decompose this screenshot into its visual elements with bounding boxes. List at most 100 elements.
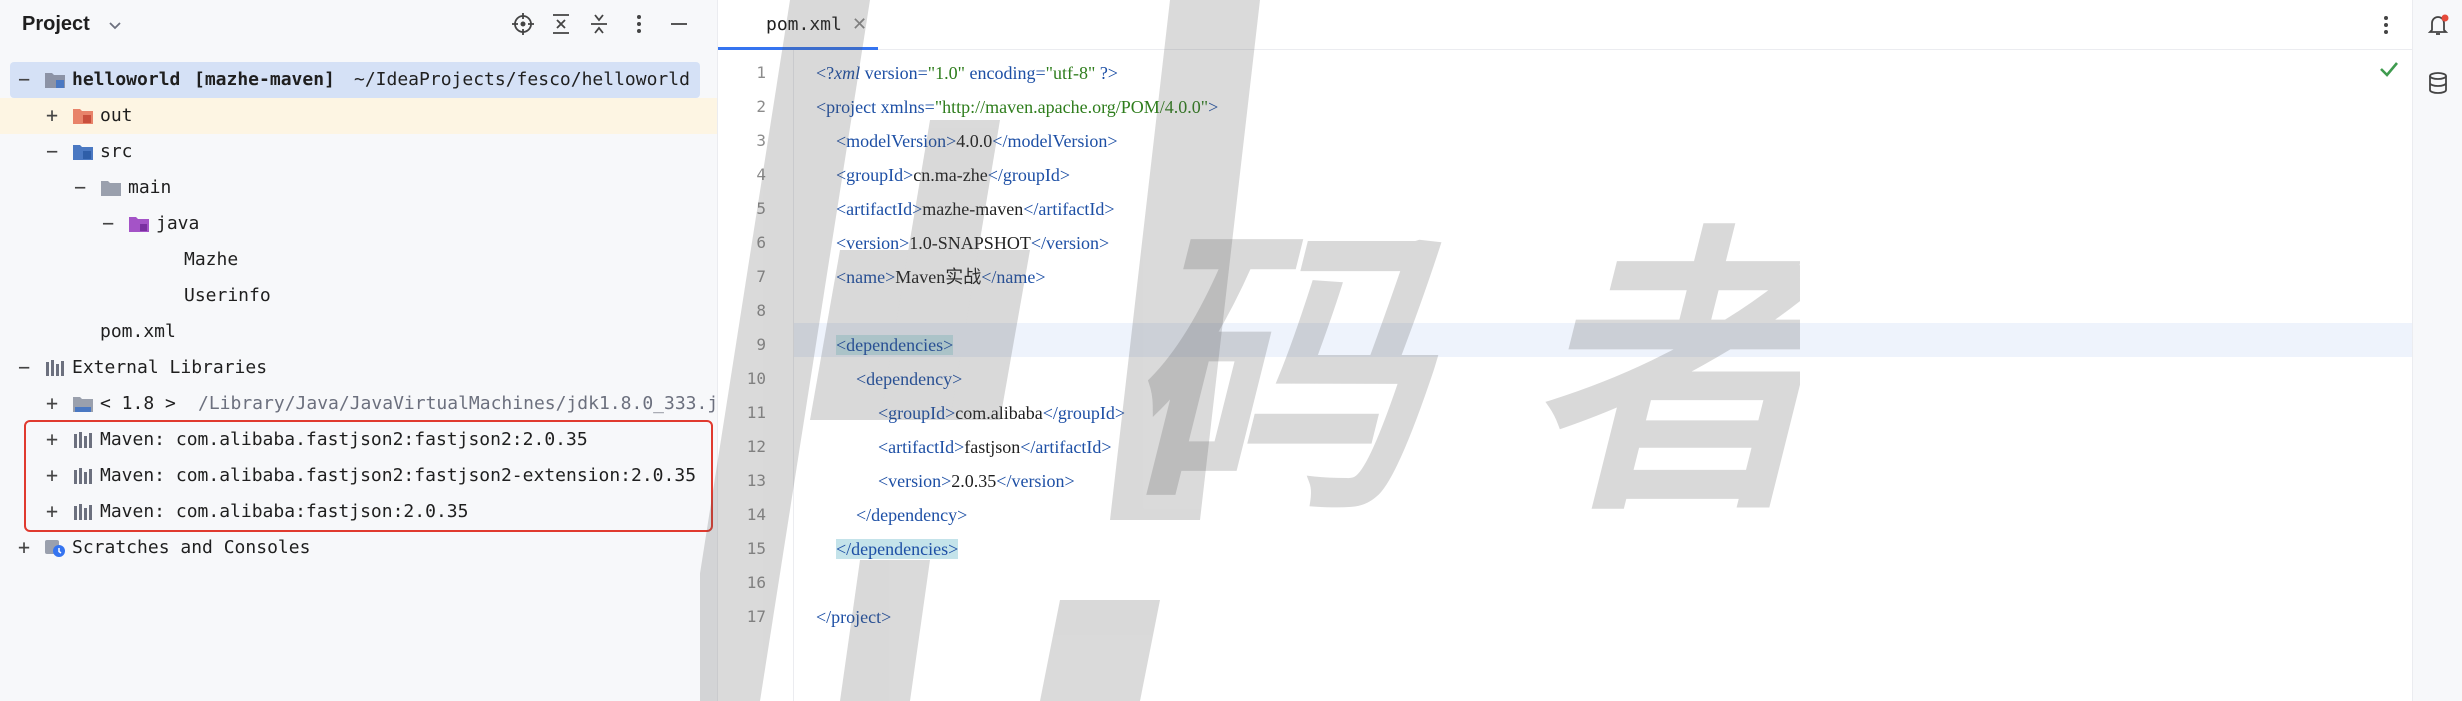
expand-all-icon[interactable] bbox=[548, 11, 574, 37]
xml-token: <project bbox=[816, 97, 877, 117]
tree-item-userinfo[interactable]: Userinfo bbox=[0, 278, 717, 314]
checkmark-icon[interactable] bbox=[2378, 58, 2400, 80]
xml-text: fastjson bbox=[964, 437, 1021, 457]
tree-toggle[interactable]: + bbox=[42, 391, 62, 415]
code-line-7: <name>Maven实战</name> bbox=[836, 260, 1046, 294]
tree-toggle[interactable]: − bbox=[14, 67, 34, 91]
line-number: 9 bbox=[756, 335, 766, 354]
code-line-11: <groupId>com.alibaba</groupId> bbox=[878, 396, 1125, 430]
code-area[interactable]: <?xml version="1.0" encoding="utf-8" ?> … bbox=[794, 50, 2412, 701]
code-line-9: <dependencies> bbox=[836, 328, 954, 362]
tree-item-label: helloworld bbox=[72, 69, 181, 90]
module-name: [mazhe-maven] bbox=[194, 69, 335, 90]
jdk-icon bbox=[73, 397, 93, 412]
code-line-5: <artifactId>mazhe-maven</artifactId> bbox=[836, 192, 1114, 226]
tree-item-jdk[interactable]: + < 1.8 > /Library/Java/JavaVirtualMachi… bbox=[0, 386, 718, 422]
line-number: 11 bbox=[746, 403, 766, 422]
tree-item-mazhe[interactable]: Mazhe bbox=[0, 242, 717, 278]
line-number: 7 bbox=[756, 267, 766, 286]
code-line-17: </project> bbox=[816, 600, 891, 634]
xml-token: </artifactId> bbox=[1020, 437, 1112, 457]
scratches-icon bbox=[45, 540, 65, 557]
xml-token: encoding= bbox=[964, 63, 1046, 83]
tree-toggle[interactable]: + bbox=[14, 535, 34, 559]
right-tool-strip bbox=[2412, 0, 2462, 701]
tree-item-pom-xml[interactable]: pom.xml bbox=[0, 314, 717, 350]
code-line-13: <version>2.0.35</version> bbox=[878, 464, 1075, 498]
code-line-6: <version>1.0-SNAPSHOT</version> bbox=[836, 226, 1109, 260]
tree-item-main[interactable]: − main bbox=[0, 170, 717, 206]
tree-item-scratches[interactable]: + Scratches and Consoles bbox=[0, 530, 717, 566]
tree-item-out[interactable]: + out bbox=[0, 98, 717, 134]
line-number: 13 bbox=[746, 471, 766, 490]
xml-token: xml bbox=[834, 63, 861, 83]
tab-pom-xml[interactable]: pom.xml ✕ bbox=[718, 0, 878, 50]
xml-token: <? bbox=[816, 63, 835, 83]
module-folder-icon bbox=[45, 73, 65, 88]
tree-toggle[interactable]: − bbox=[98, 211, 118, 235]
notifications-icon[interactable] bbox=[2425, 12, 2451, 38]
xml-token: > bbox=[1208, 97, 1219, 117]
tree-toggle[interactable]: + bbox=[42, 103, 62, 127]
tree-item-helloworld[interactable]: − helloworld [mazhe-maven] ~/IdeaProject… bbox=[0, 62, 717, 98]
code-line-2: <project xmlns="http://maven.apache.org/… bbox=[816, 90, 1218, 124]
xml-token: </groupId> bbox=[1042, 403, 1126, 423]
code-line-12: <artifactId>fastjson</artifactId> bbox=[878, 430, 1112, 464]
minimize-icon[interactable] bbox=[666, 11, 692, 37]
chevron-down-icon[interactable] bbox=[106, 16, 124, 34]
xml-token: </artifactId> bbox=[1023, 199, 1115, 219]
xml-text: com.alibaba bbox=[955, 403, 1043, 423]
xml-token: </dependency> bbox=[856, 505, 968, 525]
xml-text: 2.0.35 bbox=[951, 471, 997, 491]
library-icon bbox=[46, 360, 64, 376]
xml-token: "1.0" bbox=[927, 63, 965, 83]
xml-token: </project> bbox=[816, 607, 892, 627]
line-number: 6 bbox=[756, 233, 766, 252]
line-number: 4 bbox=[756, 165, 766, 184]
code-line-10: <dependency> bbox=[856, 362, 962, 396]
xml-token: </dependencies> bbox=[836, 539, 959, 559]
xml-token: </groupId> bbox=[987, 165, 1071, 185]
line-number: 16 bbox=[746, 573, 766, 592]
tree-item-label: pom.xml bbox=[100, 321, 176, 342]
xml-token: </modelVersion> bbox=[992, 131, 1118, 151]
tree-toggle[interactable]: − bbox=[42, 139, 62, 163]
code-line-3: <modelVersion>4.0.0</modelVersion> bbox=[836, 124, 1118, 158]
editor-tab-bar: pom.xml ✕ bbox=[718, 0, 2412, 50]
database-icon[interactable] bbox=[2425, 70, 2451, 96]
close-icon[interactable]: ✕ bbox=[852, 14, 867, 35]
tree-item-src[interactable]: − src bbox=[0, 134, 717, 170]
xml-text: mazhe-maven bbox=[922, 199, 1024, 219]
xml-token: <artifactId> bbox=[878, 437, 965, 457]
line-number: 17 bbox=[746, 607, 766, 626]
code-line-15: </dependencies> bbox=[836, 532, 959, 566]
tree-item-path: /Library/Java/JavaVirtualMachines/jdk1.8… bbox=[198, 393, 718, 414]
tree-item-java[interactable]: − java bbox=[0, 206, 717, 242]
source-folder-icon bbox=[73, 145, 93, 160]
tree-item-label: src bbox=[100, 141, 133, 162]
locate-icon[interactable] bbox=[510, 11, 536, 37]
more-vertical-icon[interactable] bbox=[626, 11, 652, 37]
project-panel-title[interactable]: Project bbox=[22, 13, 90, 36]
line-number: 10 bbox=[746, 369, 766, 388]
line-number: 1 bbox=[756, 63, 766, 82]
line-number: 5 bbox=[756, 199, 766, 218]
tree-toggle[interactable]: − bbox=[70, 175, 90, 199]
code-line-14: </dependency> bbox=[856, 498, 967, 532]
tree-item-path: ~/IdeaProjects/fesco/helloworld bbox=[354, 69, 690, 90]
editor: pom.xml ✕ 1 2 3 4 5 6 7 8 9 10 11 12 13 … bbox=[718, 0, 2412, 701]
xml-token: <dependency> bbox=[856, 369, 963, 389]
more-vertical-icon[interactable] bbox=[2374, 12, 2398, 38]
annotation-highlight-box bbox=[24, 420, 713, 532]
excluded-folder-icon bbox=[73, 109, 93, 124]
collapse-all-icon[interactable] bbox=[586, 11, 612, 37]
tree-toggle[interactable]: − bbox=[14, 355, 34, 379]
xml-token: <artifactId> bbox=[836, 199, 923, 219]
xml-token: "http://maven.apache.org/POM/4.0.0" bbox=[934, 97, 1209, 117]
xml-token: <groupId> bbox=[836, 165, 914, 185]
xml-token: </name> bbox=[981, 267, 1046, 287]
xml-token: "utf-8" bbox=[1045, 63, 1096, 83]
tree-item-external-libraries[interactable]: − External Libraries bbox=[0, 350, 717, 386]
current-line-highlight bbox=[794, 323, 2412, 357]
xml-token: <name> bbox=[836, 267, 896, 287]
